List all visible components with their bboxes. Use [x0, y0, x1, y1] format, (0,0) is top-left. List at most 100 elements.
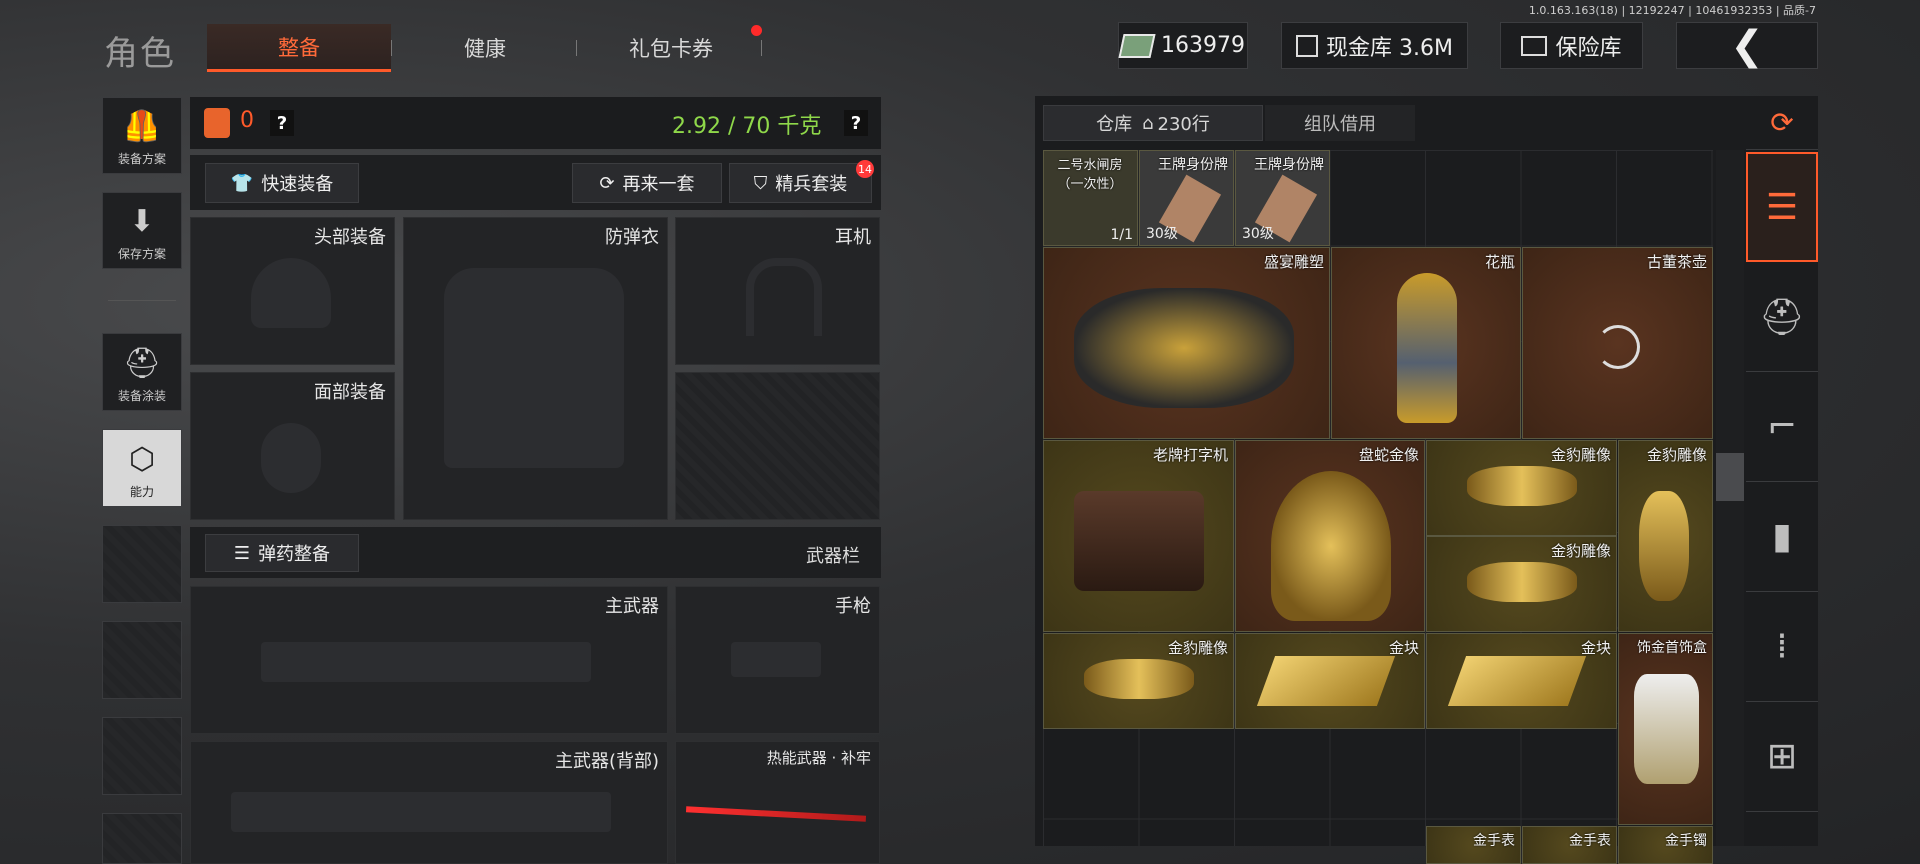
tab-team-borrow[interactable]: 组队借用	[1265, 105, 1415, 141]
back-button[interactable]: ❮	[1676, 22, 1818, 69]
storage-item[interactable]: 王牌身份牌 30级	[1235, 150, 1330, 246]
storage-item[interactable]: 金手表	[1522, 826, 1617, 864]
quick-equip-button[interactable]: 👕 快速装备	[205, 163, 359, 203]
item-name: 二号水闸房（一次性）	[1057, 158, 1123, 192]
gold-bar-icon	[1256, 656, 1396, 706]
category-ammo-icon[interactable]: ⁞	[1746, 592, 1818, 702]
version-text: 1.0.163.163(18) | 12192247 | 10461932353…	[1528, 4, 1816, 17]
storage-item[interactable]: 老牌打字机	[1043, 440, 1234, 632]
storage-item[interactable]: 王牌身份牌 30级	[1139, 150, 1234, 246]
snake-statue-icon	[1271, 471, 1391, 621]
vase-icon	[1397, 273, 1457, 423]
sculpture-icon	[1074, 288, 1294, 408]
category-all-icon[interactable]: ☰	[1746, 152, 1818, 262]
item-level: 30级	[1242, 226, 1274, 242]
storage-item[interactable]: 金块	[1235, 633, 1425, 729]
helmet-icon	[251, 258, 331, 328]
slot-primary-weapon[interactable]: 主武器	[190, 586, 668, 734]
storage-item[interactable]: 金豹雕像	[1618, 440, 1713, 632]
slot-label: 热能武器 · 补牢	[766, 749, 871, 767]
tab-health[interactable]: 健康	[400, 24, 570, 72]
category-helmet-icon[interactable]: ⛑	[1746, 262, 1818, 372]
item-name: 王牌身份牌	[1158, 157, 1228, 173]
cash-vault-button[interactable]: 现金库 3.6M	[1281, 22, 1468, 69]
sidebar-item-label: 保存方案	[117, 247, 166, 261]
category-rifle-icon[interactable]: ⌐	[1746, 372, 1818, 482]
weapon-bar-label: 武器栏	[806, 546, 860, 567]
storage-item[interactable]: 二号水闸房（一次性） 1/1	[1043, 150, 1138, 246]
armor-vest-icon	[444, 268, 624, 468]
loading-spinner-icon	[1596, 325, 1640, 369]
leopard-statue-icon	[1084, 659, 1194, 699]
sort-stack-icon[interactable]: ⟳	[1746, 96, 1818, 150]
slot-head[interactable]: 头部装备	[190, 217, 395, 365]
tab-count: 230行	[1157, 114, 1210, 135]
sidebar-item-save-plan[interactable]: ⬇ 保存方案	[102, 192, 182, 269]
slot-label: 头部装备	[314, 227, 386, 248]
storage-item[interactable]: 盘蛇金像	[1235, 440, 1425, 632]
storage-item[interactable]: 金豹雕像	[1043, 633, 1234, 729]
safe-icon	[1521, 35, 1548, 56]
thermal-blade-icon	[685, 806, 867, 822]
safe-box-button[interactable]: 保险库	[1500, 22, 1643, 69]
slot-primary-back[interactable]: 主武器(背部)	[190, 741, 668, 864]
sidebar-item-loadout-plan[interactable]: 🦺 装备方案	[102, 97, 182, 174]
storage-item[interactable]: 金豹雕像	[1426, 536, 1617, 632]
scrollbar-thumb[interactable]	[1716, 453, 1744, 501]
download-icon: ⬇	[129, 204, 155, 239]
storage-item[interactable]: 金块	[1426, 633, 1617, 729]
slot-headset[interactable]: 耳机	[675, 217, 880, 365]
sidebar-item-label: 能力	[129, 485, 154, 499]
refresh-icon: ⟳	[599, 172, 615, 194]
item-name: 金豹雕像	[1167, 639, 1228, 657]
sidebar-item-ability[interactable]: ⬡ 能力	[102, 429, 182, 507]
category-magazine-icon[interactable]: ▮	[1746, 482, 1818, 592]
help-icon[interactable]: ?	[844, 110, 868, 136]
again-label: 再来一套	[622, 174, 695, 195]
tab-warehouse[interactable]: 仓库 ⌂ 230行	[1043, 105, 1263, 141]
vault-icon	[1296, 34, 1319, 57]
storage-item[interactable]: 古董茶壶	[1522, 247, 1713, 439]
tab-equip[interactable]: 整备	[207, 24, 391, 72]
item-name: 饰金首饰盒	[1637, 640, 1707, 656]
sidebar-item-equipment-skin[interactable]: ⛑ 装备涂装	[102, 333, 182, 411]
ammo-button[interactable]: ☰ 弹药整备	[205, 534, 359, 572]
slot-melee[interactable]: 热能武器 · 补牢	[675, 741, 880, 864]
tab-gift-coupons[interactable]: 礼包卡券	[584, 24, 758, 72]
storage-item[interactable]: 金豹雕像	[1426, 440, 1617, 536]
home-icon: ⌂	[1142, 112, 1154, 134]
leopard-statue-icon	[1467, 466, 1577, 506]
storage-item[interactable]: 饰金首饰盒	[1618, 633, 1713, 825]
slot-label: 主武器	[605, 596, 659, 617]
item-name: 金手表	[1473, 833, 1515, 849]
item-name: 盛宴雕塑	[1263, 253, 1324, 271]
slot-label: 主武器(背部)	[554, 751, 659, 772]
category-attachment-icon[interactable]: ⊞	[1746, 702, 1818, 812]
notification-dot	[751, 25, 762, 36]
leopard-statue-icon	[1467, 562, 1577, 602]
page-title: 角色	[104, 34, 176, 74]
item-name: 花瓶	[1484, 253, 1515, 271]
item-name: 盘蛇金像	[1358, 446, 1419, 464]
shirt-icon: 👕	[230, 172, 254, 194]
sidebar-empty-slot	[102, 525, 182, 603]
again-button[interactable]: ⟳ 再来一套	[572, 163, 722, 203]
elite-badge: 14	[856, 160, 874, 178]
rifle-icon	[231, 792, 611, 832]
weight-display: 2.92 / 70 千克	[672, 114, 822, 139]
rifle-icon	[261, 642, 591, 682]
slot-label: 防弹衣	[605, 227, 659, 248]
storage-item[interactable]: 花瓶	[1331, 247, 1521, 439]
safe-box-label: 保险库	[1555, 35, 1622, 61]
cash-vault-label: 现金库 3.6M	[1326, 35, 1453, 61]
slot-face[interactable]: 面部装备	[190, 372, 395, 520]
armor-icon	[204, 108, 230, 138]
storage-item[interactable]: 盛宴雕塑	[1043, 247, 1330, 439]
slot-empty	[675, 372, 880, 520]
elite-set-button[interactable]: ⛉ 精兵套装	[729, 163, 872, 203]
slot-pistol[interactable]: 手枪	[675, 586, 880, 734]
help-icon[interactable]: ?	[270, 110, 294, 136]
storage-item[interactable]: 金手镯	[1618, 826, 1713, 864]
slot-armor[interactable]: 防弹衣	[403, 217, 668, 520]
storage-item[interactable]: 金手表	[1426, 826, 1521, 864]
